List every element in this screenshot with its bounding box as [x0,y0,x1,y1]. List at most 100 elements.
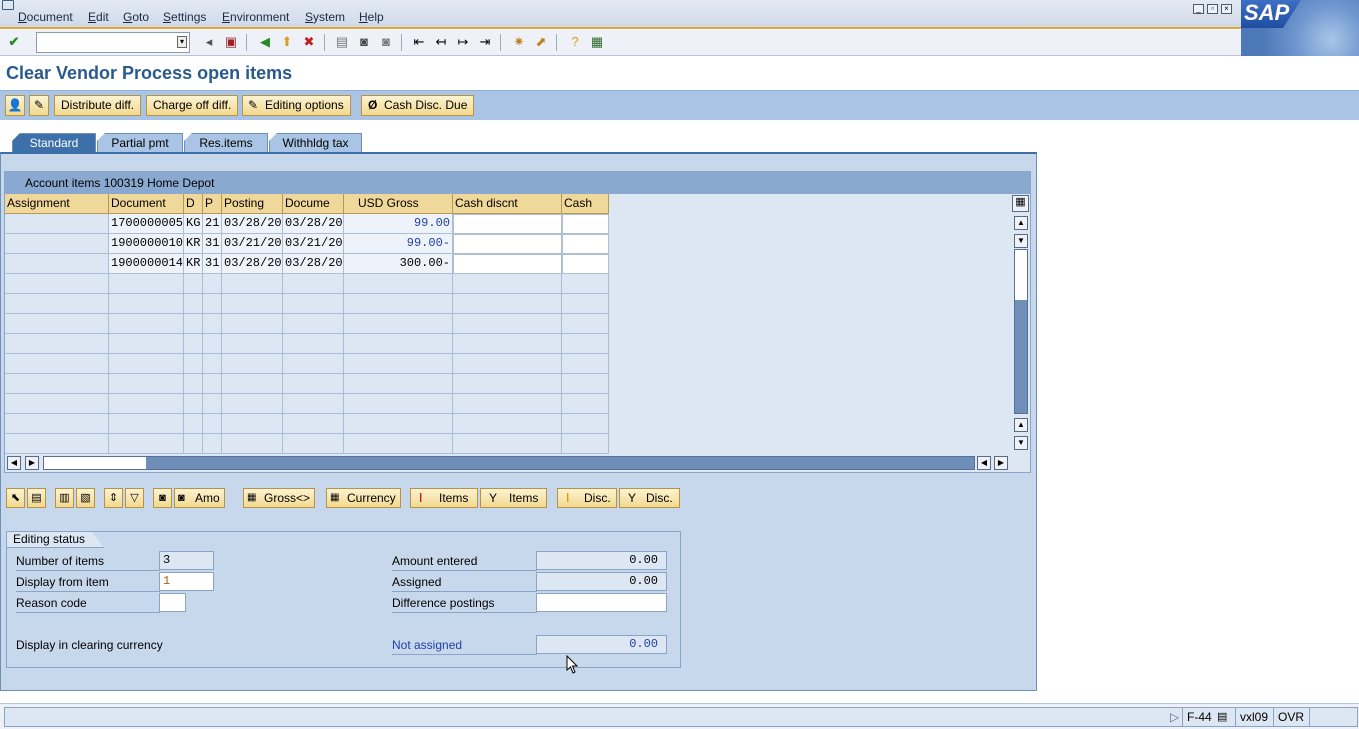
restore-icon[interactable]: ▫ [1207,4,1218,14]
activate-disc-button[interactable]: ǀ Disc. [557,488,617,508]
horizontal-scroll-thumb[interactable] [44,457,146,469]
page-up-icon[interactable]: ▲ [1014,418,1028,432]
amount-search-button[interactable]: ◙ Amo [174,488,225,508]
column-header-assignment[interactable]: Assignment [5,194,109,214]
user-icon[interactable]: 👤 [5,95,25,116]
clearing-currency-label: Display in clearing currency [16,638,163,652]
help-icon[interactable]: ? [566,33,584,51]
menu-system[interactable]: System [305,10,345,24]
command-input[interactable] [37,33,173,52]
minimize-icon[interactable]: _ [1193,4,1204,14]
table-row[interactable]: 1700000005 KG 21 03/28/201 03/28/201 99.00 [5,214,609,234]
column-header-document-date[interactable]: Docume [283,194,344,214]
gross-net-button[interactable]: ▦ Gross<> [243,488,316,508]
print-icon[interactable]: ▤ [333,33,351,51]
cell-cash-discount[interactable] [453,234,562,254]
tab-standard[interactable]: Standard [12,133,96,153]
cancel-icon[interactable]: ✖ [300,33,318,51]
cell-cash-discount[interactable] [453,254,562,274]
insert-mode[interactable]: OVR [1273,707,1308,727]
currency-button[interactable]: ▦ Currency [326,488,401,508]
scroll-right-icon[interactable]: ▶ [994,456,1008,470]
find-items-icon[interactable]: ◙ [153,488,172,508]
cell-cash[interactable] [562,234,609,254]
table-row[interactable]: 1900000010 KR 31 03/21/201 03/21/201 99.00- [5,234,609,254]
cell-assignment [5,234,109,254]
last-page-icon[interactable]: ⇥ [476,33,494,51]
editing-options-button[interactable]: ✎ Editing options [242,95,351,116]
status-expand-icon[interactable]: ▷ [1166,707,1183,727]
difference-postings-label: Difference postings [392,594,537,613]
activate-icon[interactable]: ▥ [55,488,74,508]
column-config-icon[interactable]: ▦ [1012,195,1029,212]
cash-disc-due-button[interactable]: Ø Cash Disc. Due [361,95,475,116]
menu-environment[interactable]: Environment [222,10,289,24]
system-info-icon[interactable]: ▤ [1213,707,1231,727]
activate-items-button[interactable]: ǀ Items [410,488,478,508]
deactivate-disc-button[interactable]: Y Disc. [619,488,680,508]
difference-postings-input[interactable] [536,593,667,612]
cell-cash[interactable] [562,214,609,234]
scroll-down-icon[interactable]: ▼ [1014,436,1028,450]
menu-edit[interactable]: Edit [88,10,109,24]
exit-icon[interactable]: ⬆ [278,33,296,51]
deactivate-items-button[interactable]: Y Items [480,488,547,508]
find-icon[interactable]: ◙ [355,33,373,51]
select-all-icon[interactable]: ▤ [27,488,46,508]
create-session-icon[interactable]: ✷ [510,33,528,51]
close-icon[interactable]: × [1221,4,1232,14]
enter-icon[interactable]: ✔ [5,33,23,51]
shortcut-icon[interactable]: ⬈ [532,33,550,51]
horizontal-scroll-track[interactable] [43,456,975,470]
menu-settings[interactable]: Settings [163,10,206,24]
empty-cell [5,414,109,434]
scroll-up-icon[interactable]: ▲ [1014,216,1028,230]
filter-icon[interactable]: ▽ [125,488,144,508]
back-icon[interactable]: ◀ [256,33,274,51]
menu-goto[interactable]: Goto [123,10,149,24]
empty-cell [283,354,344,374]
system-menu-icon[interactable] [2,0,14,10]
scroll-down-small-icon[interactable]: ▼ [1014,234,1028,248]
first-page-icon[interactable]: ⇤ [410,33,428,51]
display-from-item-input[interactable]: 1 [159,572,214,591]
column-header-doc-type[interactable]: D [184,194,203,214]
table-row[interactable]: 1900000014 KR 31 03/28/201 03/28/201 300.00- [5,254,609,274]
column-header-posting-date[interactable]: Posting [222,194,283,214]
cell-document: 1700000005 [109,214,184,234]
select-icon[interactable]: ⬉ [6,488,25,508]
edit-icon[interactable]: ✎ [29,95,49,116]
deactivate-icon[interactable]: ▧ [76,488,95,508]
page-left-icon[interactable]: ◀ [977,456,991,470]
tab-res-items[interactable]: Res.items [184,133,268,153]
vertical-scroll-thumb[interactable] [1015,250,1027,300]
tab-withhldg-tax[interactable]: Withhldg tax [269,133,362,153]
column-header-document[interactable]: Document [109,194,184,214]
sort-icon[interactable]: ⇕ [104,488,123,508]
horizontal-scrollbar[interactable]: ◀ ▶ ◀ ▶ [7,455,1008,471]
column-header-posting-key[interactable]: P [203,194,222,214]
menu-document[interactable]: Document [18,10,73,24]
back-nav-icon[interactable]: ◂ [200,33,218,51]
menu-help[interactable]: Help [359,10,384,24]
charge-off-diff-button[interactable]: Charge off diff. [146,95,239,116]
vertical-scroll-track[interactable] [1014,249,1028,414]
command-history-icon[interactable]: ▾ [177,36,187,48]
previous-page-icon[interactable]: ↤ [432,33,450,51]
command-field[interactable]: ▾ [36,32,190,53]
vertical-scrollbar[interactable]: ▲ ▼ ▲ ▼ [1013,215,1029,450]
column-header-cash-discount[interactable]: Cash discnt [453,194,562,214]
column-header-usd-gross[interactable]: USD Gross [344,194,453,214]
cell-cash[interactable] [562,254,609,274]
distribute-diff-button[interactable]: Distribute diff. [54,95,142,116]
next-page-icon[interactable]: ↦ [454,33,472,51]
layout-icon[interactable]: ▦ [588,33,606,51]
scroll-left-icon[interactable]: ◀ [7,456,21,470]
tab-partial-pmt[interactable]: Partial pmt [97,133,183,153]
reason-code-input[interactable] [159,593,186,612]
cell-cash-discount[interactable] [453,214,562,234]
save-icon[interactable]: ▣ [222,33,240,51]
column-header-cash[interactable]: Cash [562,194,609,214]
scroll-right-small-icon[interactable]: ▶ [25,456,39,470]
find-next-icon[interactable]: ◙ [377,33,395,51]
